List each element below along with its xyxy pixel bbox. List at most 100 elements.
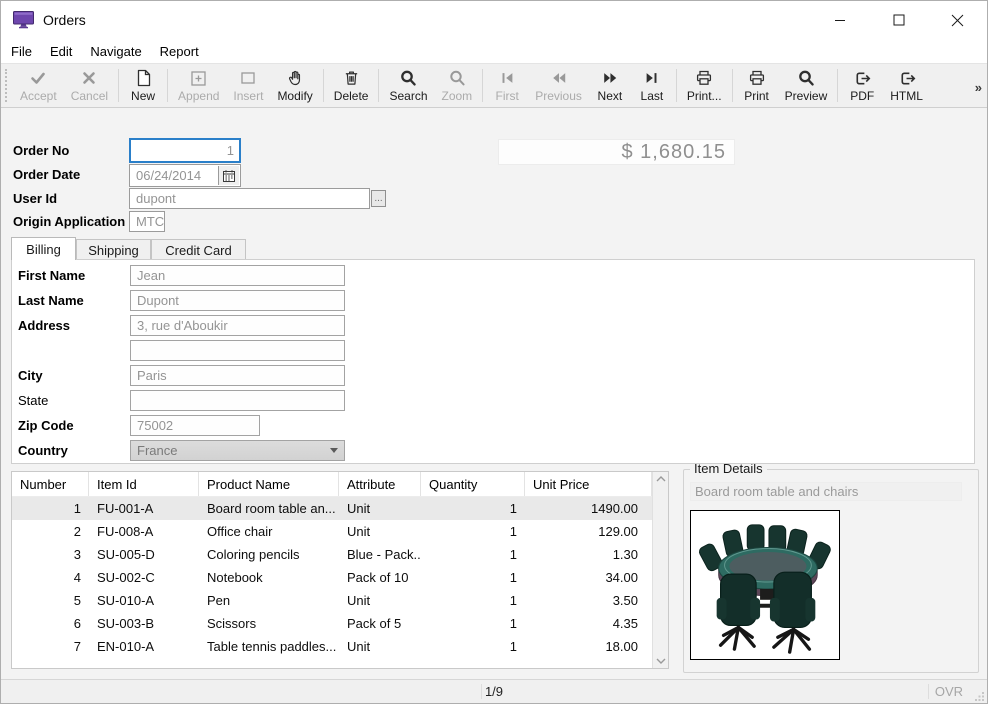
cell-number: 2 <box>12 520 89 543</box>
calendar-icon <box>222 169 236 183</box>
minimize-button[interactable] <box>810 1 869 39</box>
cell-item-id: EN-010-A <box>89 635 199 658</box>
close-button[interactable] <box>928 1 987 39</box>
cell-quantity: 1 <box>421 497 525 520</box>
menu-file[interactable]: File <box>2 42 41 61</box>
cell-number: 6 <box>12 612 89 635</box>
origin-application-field[interactable]: MTC <box>129 211 165 232</box>
last-name-label: Last Name <box>18 293 84 308</box>
column-header-number[interactable]: Number <box>12 472 89 496</box>
export-pdf-button[interactable]: PDF <box>841 66 883 105</box>
order-no-field[interactable]: 1 <box>129 138 241 163</box>
menu-navigate[interactable]: Navigate <box>81 42 150 61</box>
scroll-up-icon[interactable] <box>656 475 666 483</box>
cell-product-name: Board room table an... <box>199 497 339 520</box>
magnifier-icon <box>797 68 815 88</box>
squared-plus-icon <box>190 68 207 88</box>
first-label: First <box>496 89 519 103</box>
x-icon <box>81 68 97 88</box>
item-description-field[interactable]: Board room table and chairs <box>690 482 962 501</box>
modify-button[interactable]: Modify <box>270 66 319 105</box>
table-row[interactable]: 1 FU-001-A Board room table an... Unit 1… <box>12 497 668 520</box>
user-id-field[interactable]: dupont <box>129 188 370 209</box>
column-header-product-name[interactable]: Product Name <box>199 472 339 496</box>
column-header-unit-price[interactable]: Unit Price <box>525 472 652 496</box>
address-line2-field[interactable] <box>130 340 345 361</box>
city-label: City <box>18 368 43 383</box>
toolbar-overflow-chevron[interactable]: » <box>975 80 982 95</box>
table-row[interactable]: 5 SU-010-A Pen Unit 1 3.50 <box>12 589 668 612</box>
check-icon <box>29 68 47 88</box>
last-button[interactable]: Last <box>631 66 673 105</box>
tab-shipping[interactable]: Shipping <box>76 239 151 260</box>
table-row[interactable]: 4 SU-002-C Notebook Pack of 10 1 34.00 <box>12 566 668 589</box>
maximize-button[interactable] <box>869 1 928 39</box>
table-row[interactable]: 7 EN-010-A Table tennis paddles... Unit … <box>12 635 668 658</box>
last-name-field[interactable]: Dupont <box>130 290 345 311</box>
cell-unit-price: 1.30 <box>525 543 652 566</box>
print-dialog-label: Print... <box>687 89 722 103</box>
zip-code-label: Zip Code <box>18 418 74 433</box>
print-dialog-button[interactable]: Print... <box>680 66 729 105</box>
resize-grip[interactable] <box>974 690 985 701</box>
order-no-label: Order No <box>13 143 69 158</box>
table-scrollbar[interactable] <box>652 472 668 668</box>
state-field[interactable] <box>130 390 345 411</box>
table-row[interactable]: 3 SU-005-D Coloring pencils Blue - Pack.… <box>12 543 668 566</box>
cancel-button[interactable]: Cancel <box>64 66 115 105</box>
search-button[interactable]: Search <box>382 66 434 105</box>
preview-button[interactable]: Preview <box>778 66 835 105</box>
delete-label: Delete <box>334 89 369 103</box>
new-button[interactable]: New <box>122 66 164 105</box>
country-combobox[interactable]: France <box>130 440 345 461</box>
table-row[interactable]: 6 SU-003-B Scissors Pack of 5 1 4.35 <box>12 612 668 635</box>
column-header-attribute[interactable]: Attribute <box>339 472 421 496</box>
previous-button[interactable]: Previous <box>528 66 589 105</box>
first-button[interactable]: First <box>486 66 528 105</box>
cell-item-id: FU-001-A <box>89 497 199 520</box>
calendar-button[interactable] <box>218 166 239 185</box>
previous-record-icon <box>550 68 568 88</box>
next-label: Next <box>598 89 623 103</box>
tab-credit-card-label: Credit Card <box>165 243 231 258</box>
delete-button[interactable]: Delete <box>327 66 376 105</box>
column-header-item-id[interactable]: Item Id <box>89 472 199 496</box>
toolbar-grip[interactable] <box>5 69 8 102</box>
table-row[interactable]: 2 FU-008-A Office chair Unit 1 129.00 <box>12 520 668 543</box>
menu-report[interactable]: Report <box>151 42 208 61</box>
city-value: Paris <box>137 368 167 383</box>
cell-number: 3 <box>12 543 89 566</box>
city-field[interactable]: Paris <box>130 365 345 386</box>
scroll-down-icon[interactable] <box>656 657 666 665</box>
next-button[interactable]: Next <box>589 66 631 105</box>
origin-application-value: MTC <box>136 214 164 229</box>
last-record-icon <box>643 68 660 88</box>
cell-item-id: SU-002-C <box>89 566 199 589</box>
user-id-browse-button[interactable]: ... <box>371 190 386 207</box>
address-field[interactable]: 3, rue d'Aboukir <box>130 315 345 336</box>
cell-attribute: Pack of 5 <box>339 612 421 635</box>
item-details-group: Item Details Board room table and chairs <box>683 469 979 673</box>
append-button[interactable]: Append <box>171 66 226 105</box>
insert-button[interactable]: Insert <box>226 66 270 105</box>
billing-panel: First Name Jean Last Name Dupont Address… <box>11 259 975 464</box>
accept-button[interactable]: Accept <box>13 66 64 105</box>
cell-attribute: Unit <box>339 497 421 520</box>
tab-billing[interactable]: Billing <box>11 237 76 260</box>
tab-credit-card[interactable]: Credit Card <box>151 239 246 260</box>
column-header-quantity[interactable]: Quantity <box>421 472 525 496</box>
cell-unit-price: 3.50 <box>525 589 652 612</box>
first-name-label: First Name <box>18 268 85 283</box>
order-date-field[interactable]: 06/24/2014 <box>129 164 241 187</box>
export-html-button[interactable]: HTML <box>883 66 930 105</box>
statusbar-separator <box>928 684 929 699</box>
cell-item-id: SU-005-D <box>89 543 199 566</box>
print-button[interactable]: Print <box>736 66 778 105</box>
first-name-field[interactable]: Jean <box>130 265 345 286</box>
state-label: State <box>18 393 48 408</box>
printer-icon <box>748 68 766 88</box>
zip-code-field[interactable]: 75002 <box>130 415 260 436</box>
menu-edit[interactable]: Edit <box>41 42 81 61</box>
zoom-button[interactable]: Zoom <box>435 66 480 105</box>
close-icon <box>951 14 964 27</box>
